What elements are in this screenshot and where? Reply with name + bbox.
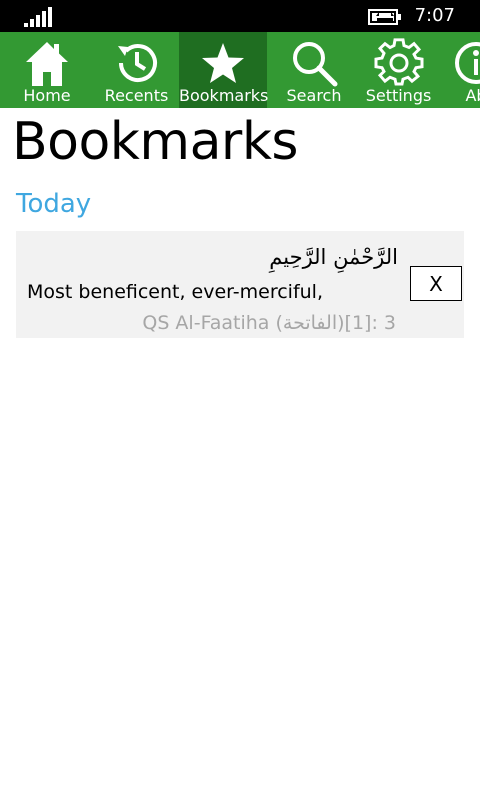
- clock: 7:07: [414, 5, 455, 26]
- bookmark-arabic-text: الرَّحْمٰنِ الرَّحِيمِ: [269, 245, 398, 269]
- gear-icon: [374, 38, 423, 86]
- bookmark-item[interactable]: الرَّحْمٰنِ الرَّحِيمِ Most beneficent, …: [16, 231, 464, 338]
- nav-item-bookmarks[interactable]: Bookmarks: [179, 32, 269, 108]
- search-icon: [293, 42, 338, 87]
- nav-item-recents[interactable]: Recents: [94, 32, 179, 108]
- nav-label-search: Search: [286, 86, 342, 105]
- nav-item-home[interactable]: Home: [0, 32, 94, 108]
- nav-label-about: Ab: [465, 86, 480, 105]
- home-icon: [26, 42, 68, 86]
- nav-label-home: Home: [23, 86, 71, 105]
- bookmark-english-text: Most beneficent, ever-merciful,: [27, 281, 324, 303]
- nav-label-bookmarks: Bookmarks: [179, 86, 269, 105]
- group-header-today: Today: [16, 189, 92, 219]
- delete-bookmark-button[interactable]: X: [410, 266, 462, 301]
- star-icon: [202, 43, 244, 83]
- signal-strength-icon: [24, 7, 52, 27]
- nav-item-about[interactable]: Ab: [436, 32, 480, 108]
- nav-label-settings: Settings: [365, 86, 432, 105]
- nav-item-settings[interactable]: Settings: [361, 32, 436, 108]
- nav-item-search[interactable]: Search: [267, 32, 361, 108]
- history-icon: [117, 44, 157, 83]
- app-nav-bar: Home Recents Bookmarks Search Settings A: [0, 32, 480, 108]
- info-icon: [455, 42, 480, 84]
- bookmark-reference: QS Al-Faatiha (الفاتحة)[1]: 3: [142, 312, 396, 334]
- nav-label-recents: Recents: [104, 86, 169, 105]
- page-title: Bookmarks: [12, 112, 299, 172]
- status-bar: 7:07: [0, 0, 480, 32]
- battery-charging-icon: [368, 9, 401, 25]
